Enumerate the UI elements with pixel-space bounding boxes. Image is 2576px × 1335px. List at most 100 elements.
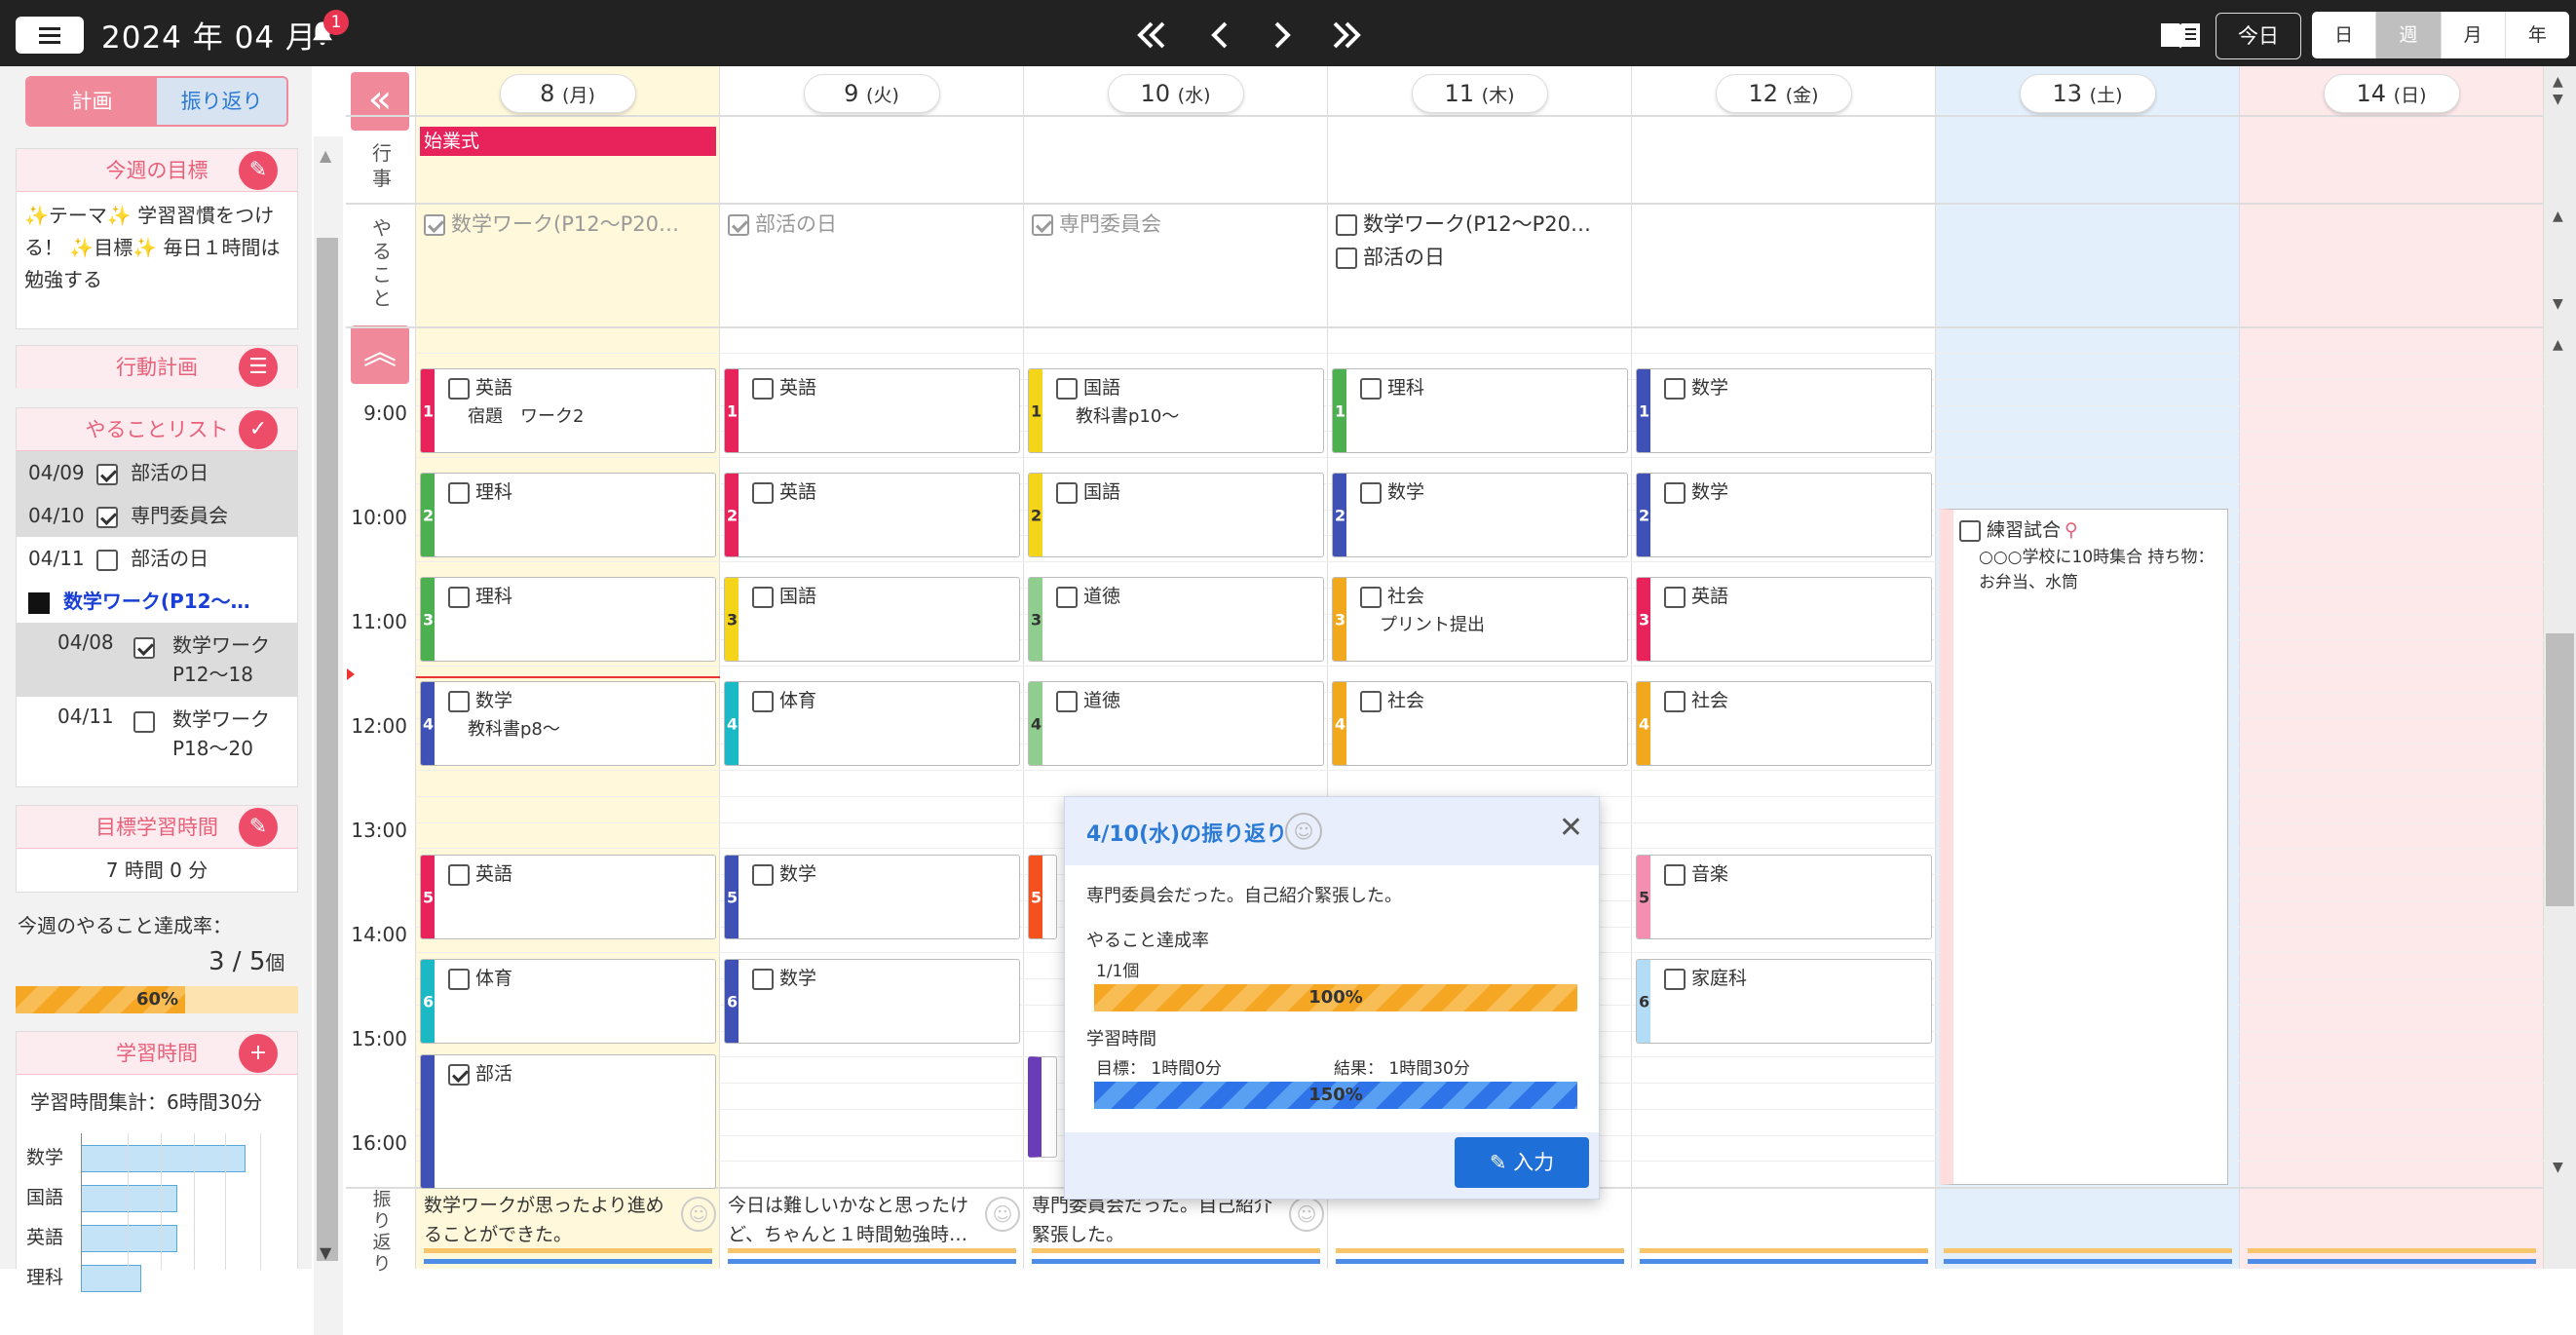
day-pill[interactable]: 11 (木) — [1411, 74, 1548, 113]
day-pill[interactable]: 10 (水) — [1107, 74, 1244, 113]
todo-item[interactable]: 専門委員会 — [1032, 209, 1161, 238]
lesson-card[interactable]: 1 数学 — [1636, 368, 1932, 453]
saturday-event-checkbox[interactable] — [1959, 519, 1981, 542]
lesson-card[interactable]: 4 道徳 — [1028, 681, 1324, 766]
lesson-checkbox[interactable] — [1664, 690, 1686, 712]
lesson-card[interactable]: 2 数学 — [1636, 473, 1932, 557]
review-note[interactable]: 専門委員会だった。自己紹介緊張した。 — [1032, 1191, 1275, 1251]
lesson-checkbox[interactable] — [752, 863, 774, 886]
lesson-checkbox[interactable] — [1056, 586, 1078, 608]
lesson-card[interactable]: 4 社会 — [1636, 681, 1932, 766]
day-pill[interactable]: 12 (金) — [1715, 74, 1852, 113]
laugh-face-icon[interactable]: ☺ — [1289, 1197, 1324, 1232]
todo-checkbox[interactable] — [1032, 214, 1053, 236]
lesson-card[interactable] — [1028, 1056, 1057, 1158]
close-icon[interactable]: ✕ — [1559, 811, 1583, 845]
lesson-checkbox[interactable] — [1056, 690, 1078, 712]
lesson-checkbox[interactable] — [752, 481, 774, 504]
scroll-down-icon[interactable]: ▼ — [2553, 92, 2563, 107]
lesson-title: 数学 — [752, 859, 816, 886]
lesson-card[interactable]: 1 理科 — [1332, 368, 1628, 453]
lesson-checkbox[interactable] — [752, 377, 774, 400]
lesson-card[interactable]: 3 社会 プリント提出 — [1332, 577, 1628, 662]
lesson-card[interactable]: 1 英語 宿題 ワーク2 — [420, 368, 716, 453]
todo-item[interactable]: 部活の日 — [1336, 242, 1445, 271]
saturday-event-card[interactable]: 練習試合 ⚲ ○○○学校に10時集合 持ち物：お弁当、水筒 — [1940, 509, 2228, 1185]
lesson-checkbox[interactable] — [1360, 586, 1382, 608]
lesson-checkbox[interactable] — [448, 377, 470, 400]
todo-checkbox[interactable] — [1336, 248, 1357, 269]
day-pill[interactable]: 13 (土) — [2019, 74, 2156, 113]
laugh-face-icon[interactable]: ☺ — [985, 1197, 1020, 1232]
lesson-checkbox[interactable] — [1664, 481, 1686, 504]
lesson-card[interactable]: 2 国語 — [1028, 473, 1324, 557]
scroll-up-icon[interactable]: ▲ — [2553, 337, 2563, 353]
lesson-period: 2 — [423, 506, 435, 524]
todo-item[interactable]: 部活の日 — [728, 209, 837, 238]
lesson-checkbox[interactable] — [1360, 690, 1382, 712]
lesson-card[interactable]: 4 体育 — [724, 681, 1020, 766]
day-pill[interactable]: 14 (日) — [2323, 74, 2460, 113]
lesson-checkbox[interactable] — [1664, 586, 1686, 608]
input-button[interactable]: ✎ 入力 — [1455, 1137, 1589, 1188]
todo-checkbox[interactable] — [424, 214, 445, 236]
lesson-card[interactable]: 5 数学 — [724, 855, 1020, 939]
lesson-checkbox[interactable] — [448, 863, 470, 886]
todo-label: 部活の日 — [1363, 246, 1445, 269]
lesson-checkbox[interactable] — [448, 1063, 470, 1086]
scroll-down-icon[interactable]: ▼ — [2553, 296, 2563, 312]
lesson-card[interactable]: 2 数学 — [1332, 473, 1628, 557]
lesson-card[interactable]: 5 — [1028, 855, 1057, 939]
lesson-checkbox[interactable] — [1360, 377, 1382, 400]
review-note[interactable]: 数学ワークが思ったより進めることができた。 — [424, 1191, 667, 1251]
lesson-card[interactable]: 1 国語 教科書p10〜 — [1028, 368, 1324, 453]
lesson-card[interactable]: 3 国語 — [724, 577, 1020, 662]
hour-label: 15:00 — [351, 1027, 407, 1050]
lesson-card[interactable]: 5 英語 — [420, 855, 716, 939]
lesson-card[interactable]: 2 英語 — [724, 473, 1020, 557]
lesson-checkbox[interactable] — [1056, 377, 1078, 400]
review-study-bar — [1032, 1259, 1320, 1264]
lesson-card[interactable]: 部活 — [420, 1054, 716, 1189]
todo-item[interactable]: 数学ワーク(P12〜P20… — [1336, 209, 1591, 238]
lesson-card[interactable]: 6 体育 — [420, 959, 716, 1044]
lesson-card[interactable]: 6 数学 — [724, 959, 1020, 1044]
scroll-up-icon[interactable]: ▲ — [2553, 74, 2563, 90]
lesson-card[interactable]: 3 道徳 — [1028, 577, 1324, 662]
day-pill[interactable]: 9 (火) — [803, 74, 940, 113]
lesson-card[interactable]: 4 社会 — [1332, 681, 1628, 766]
lesson-card[interactable]: 4 数学 教科書p8〜 — [420, 681, 716, 766]
lesson-checkbox[interactable] — [1664, 968, 1686, 990]
lesson-checkbox[interactable] — [448, 586, 470, 608]
scroll-up-icon[interactable]: ▲ — [2553, 209, 2563, 224]
lesson-checkbox[interactable] — [752, 586, 774, 608]
lesson-checkbox[interactable] — [448, 481, 470, 504]
todo-checkbox[interactable] — [1336, 214, 1357, 236]
lesson-card[interactable]: 1 英語 — [724, 368, 1020, 453]
event-opening-ceremony[interactable]: 始業式 — [420, 127, 716, 156]
todo-checkbox[interactable] — [728, 214, 749, 236]
lesson-title: 英語 — [1664, 582, 1728, 608]
lesson-card[interactable]: 6 家庭科 — [1636, 959, 1932, 1044]
day-of-week: (金) — [1785, 85, 1819, 106]
scroll-down-icon[interactable]: ▼ — [2553, 1160, 2563, 1175]
lesson-card[interactable]: 2 理科 — [420, 473, 716, 557]
lesson-card[interactable]: 3 理科 — [420, 577, 716, 662]
day-pill[interactable]: 8 (月) — [499, 74, 636, 113]
lesson-checkbox[interactable] — [448, 968, 470, 990]
lesson-checkbox[interactable] — [448, 690, 470, 712]
grid-scroll-thumb[interactable] — [2546, 633, 2574, 906]
saturday-event-detail: ○○○学校に10時集合 持ち物：お弁当、水筒 — [1979, 548, 2215, 592]
todo-item[interactable]: 数学ワーク(P12〜P20… — [424, 209, 679, 238]
lesson-card[interactable]: 3 英語 — [1636, 577, 1932, 662]
lesson-checkbox[interactable] — [1360, 481, 1382, 504]
laugh-face-icon[interactable]: ☺ — [681, 1197, 716, 1232]
lesson-card[interactable]: 5 音楽 — [1636, 855, 1932, 939]
review-note[interactable]: 今日は難しいかなと思ったけど、ちゃんと１時間勉強時… — [728, 1191, 971, 1251]
lesson-checkbox[interactable] — [1664, 863, 1686, 886]
smile-face-icon[interactable]: ☺ — [1285, 813, 1322, 850]
lesson-checkbox[interactable] — [1664, 377, 1686, 400]
lesson-checkbox[interactable] — [1056, 481, 1078, 504]
lesson-checkbox[interactable] — [752, 968, 774, 990]
lesson-checkbox[interactable] — [752, 690, 774, 712]
